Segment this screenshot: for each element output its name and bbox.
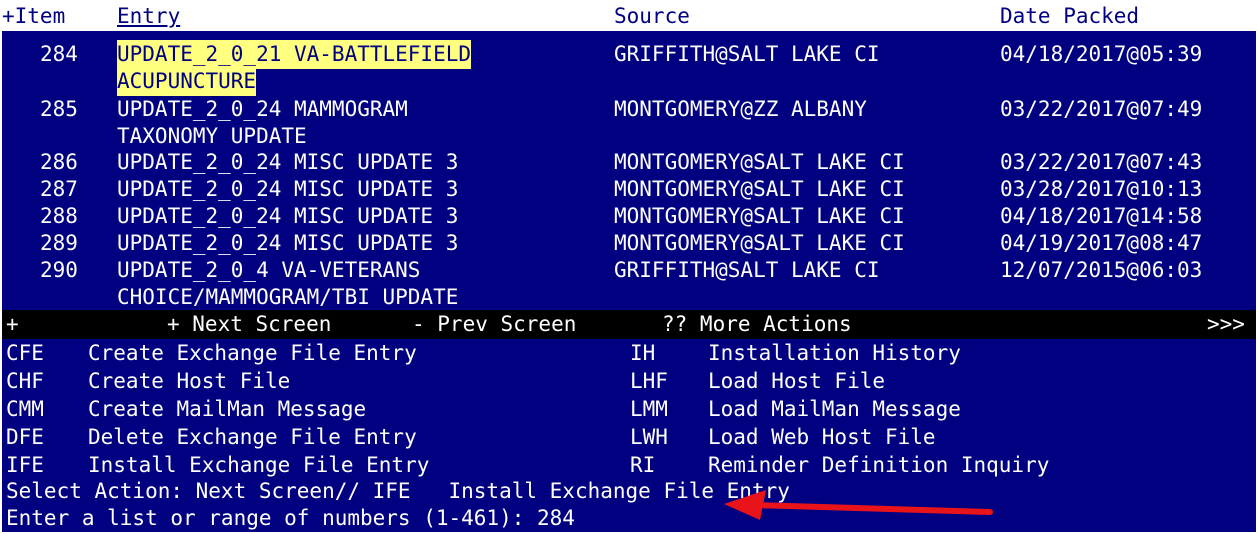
item-number: 287	[40, 177, 78, 201]
item-entry-cont[interactable]: CHOICE/MAMMOGRAM/TBI UPDATE	[117, 283, 458, 312]
scroll-indicator: >>>	[1207, 312, 1245, 336]
item-number: 284	[40, 42, 78, 66]
item-entry[interactable]: UPDATE_2_0_4 VA-VETERANS	[117, 256, 420, 285]
list-item-continuation[interactable]: CHOICE/MAMMOGRAM/TBI UPDATE	[2, 283, 1256, 312]
action-label[interactable]: Create Host File	[88, 367, 290, 396]
item-entry[interactable]: UPDATE_2_0_24 MAMMOGRAM	[117, 95, 408, 124]
item-entry-cont[interactable]: ACUPUNCTURE	[117, 67, 257, 96]
item-source: MONTGOMERY@SALT LAKE CI	[614, 177, 905, 201]
item-date: 04/18/2017@05:39	[1000, 42, 1203, 66]
item-entry[interactable]: UPDATE_2_0_24 MISC UPDATE 3	[117, 229, 458, 258]
action-code[interactable]: CFE	[6, 339, 44, 368]
list-item-continuation[interactable]: ACUPUNCTURE	[2, 67, 1256, 96]
action-label[interactable]: Reminder Definition Inquiry	[708, 451, 1049, 480]
list-header: +Item Entry Source Date Packed	[2, 2, 1256, 31]
item-number: 286	[40, 150, 78, 174]
item-date: 04/19/2017@08:47	[1000, 231, 1203, 255]
action-code[interactable]: LHF	[630, 367, 668, 396]
action-row: IFE Install Exchange File Entry RI Remin…	[2, 451, 1256, 480]
arrow-head	[724, 490, 766, 520]
action-code[interactable]: DFE	[6, 423, 44, 452]
item-date: 03/28/2017@10:13	[1000, 177, 1203, 201]
red-arrow-icon	[724, 490, 993, 520]
select-action-prompt[interactable]: Select Action: Next Screen// IFE Install…	[2, 477, 1256, 506]
item-source: MONTGOMERY@SALT LAKE CI	[614, 204, 905, 228]
list-item[interactable]: 285 UPDATE_2_0_24 MAMMOGRAM MONTGOMERY@Z…	[2, 95, 1256, 124]
action-code[interactable]: LWH	[630, 423, 668, 452]
action-row: CHF Create Host File LHF Load Host File	[2, 367, 1256, 396]
item-source: MONTGOMERY@SALT LAKE CI	[614, 231, 905, 255]
header-date[interactable]: Date Packed	[1000, 2, 1139, 31]
item-date: 03/22/2017@07:43	[1000, 150, 1203, 174]
action-code[interactable]: IFE	[6, 451, 44, 480]
item-number: 289	[40, 231, 78, 255]
item-date: 04/18/2017@14:58	[1000, 204, 1203, 228]
list-item-continuation[interactable]: TAXONOMY UPDATE	[2, 122, 1256, 151]
action-row: DFE Delete Exchange File Entry LWH Load …	[2, 423, 1256, 452]
item-entry[interactable]: UPDATE_2_0_24 MISC UPDATE 3	[117, 148, 458, 177]
select-action-text: Select Action: Next Screen// IFE Install…	[6, 479, 790, 503]
item-number: 285	[40, 97, 78, 121]
item-entry[interactable]: UPDATE_2_0_24 MISC UPDATE 3	[117, 175, 458, 204]
action-label[interactable]: Load Host File	[708, 367, 885, 396]
item-source: GRIFFITH@SALT LAKE CI	[614, 42, 880, 66]
action-code[interactable]: IH	[630, 339, 655, 368]
list-item[interactable]: 289 UPDATE_2_0_24 MISC UPDATE 3 MONTGOME…	[2, 229, 1256, 258]
list-item[interactable]: 286 UPDATE_2_0_24 MISC UPDATE 3 MONTGOME…	[2, 148, 1256, 177]
action-label[interactable]: Load MailMan Message	[708, 395, 961, 424]
item-number: 290	[40, 258, 78, 282]
item-source: MONTGOMERY@ZZ ALBANY	[614, 97, 867, 121]
header-item[interactable]: +Item	[2, 2, 65, 31]
item-entry[interactable]: UPDATE_2_0_21 VA-BATTLEFIELD	[117, 40, 472, 69]
range-input-prompt[interactable]: Enter a list or range of numbers (1-461)…	[2, 504, 1256, 532]
range-input-text[interactable]: Enter a list or range of numbers (1-461)…	[6, 504, 575, 532]
nav-plus: +	[6, 312, 19, 336]
action-row: CMM Create MailMan Message LMM Load Mail…	[2, 395, 1256, 424]
next-screen-action[interactable]: + Next Screen	[167, 310, 331, 339]
header-entry[interactable]: Entry	[117, 2, 180, 31]
action-code[interactable]: LMM	[630, 395, 668, 424]
item-date: 03/22/2017@07:49	[1000, 97, 1203, 121]
prev-screen-action[interactable]: - Prev Screen	[412, 310, 576, 339]
item-source: GRIFFITH@SALT LAKE CI	[614, 258, 880, 282]
action-label[interactable]: Load Web Host File	[708, 423, 936, 452]
action-row: CFE Create Exchange File Entry IH Instal…	[2, 339, 1256, 368]
item-number: 288	[40, 204, 78, 228]
list-item[interactable]: 288 UPDATE_2_0_24 MISC UPDATE 3 MONTGOME…	[2, 202, 1256, 231]
list-item[interactable]: 290 UPDATE_2_0_4 VA-VETERANS GRIFFITH@SA…	[2, 256, 1256, 285]
action-label[interactable]: Installation History	[708, 339, 961, 368]
list-item[interactable]: 284 UPDATE_2_0_21 VA-BATTLEFIELD GRIFFIT…	[2, 40, 1256, 69]
action-label[interactable]: Create Exchange File Entry	[88, 339, 417, 368]
item-entry[interactable]: UPDATE_2_0_24 MISC UPDATE 3	[117, 202, 458, 231]
navigation-bar: + + Next Screen - Prev Screen ?? More Ac…	[2, 310, 1256, 339]
list-item[interactable]: 287 UPDATE_2_0_24 MISC UPDATE 3 MONTGOME…	[2, 175, 1256, 204]
arrow-shaft	[751, 502, 993, 515]
item-entry-cont[interactable]: TAXONOMY UPDATE	[117, 122, 307, 151]
header-source[interactable]: Source	[614, 2, 690, 31]
action-code[interactable]: CMM	[6, 395, 44, 424]
action-label[interactable]: Delete Exchange File Entry	[88, 423, 417, 452]
more-actions-action[interactable]: ?? More Actions	[662, 310, 852, 339]
action-label[interactable]: Install Exchange File Entry	[88, 451, 429, 480]
action-code[interactable]: CHF	[6, 367, 44, 396]
terminal-window: +Item Entry Source Date Packed 284 UPDAT…	[2, 2, 1256, 532]
action-code[interactable]: RI	[630, 451, 655, 480]
item-date: 12/07/2015@06:03	[1000, 258, 1203, 282]
action-label[interactable]: Create MailMan Message	[88, 395, 366, 424]
item-source: MONTGOMERY@SALT LAKE CI	[614, 150, 905, 174]
